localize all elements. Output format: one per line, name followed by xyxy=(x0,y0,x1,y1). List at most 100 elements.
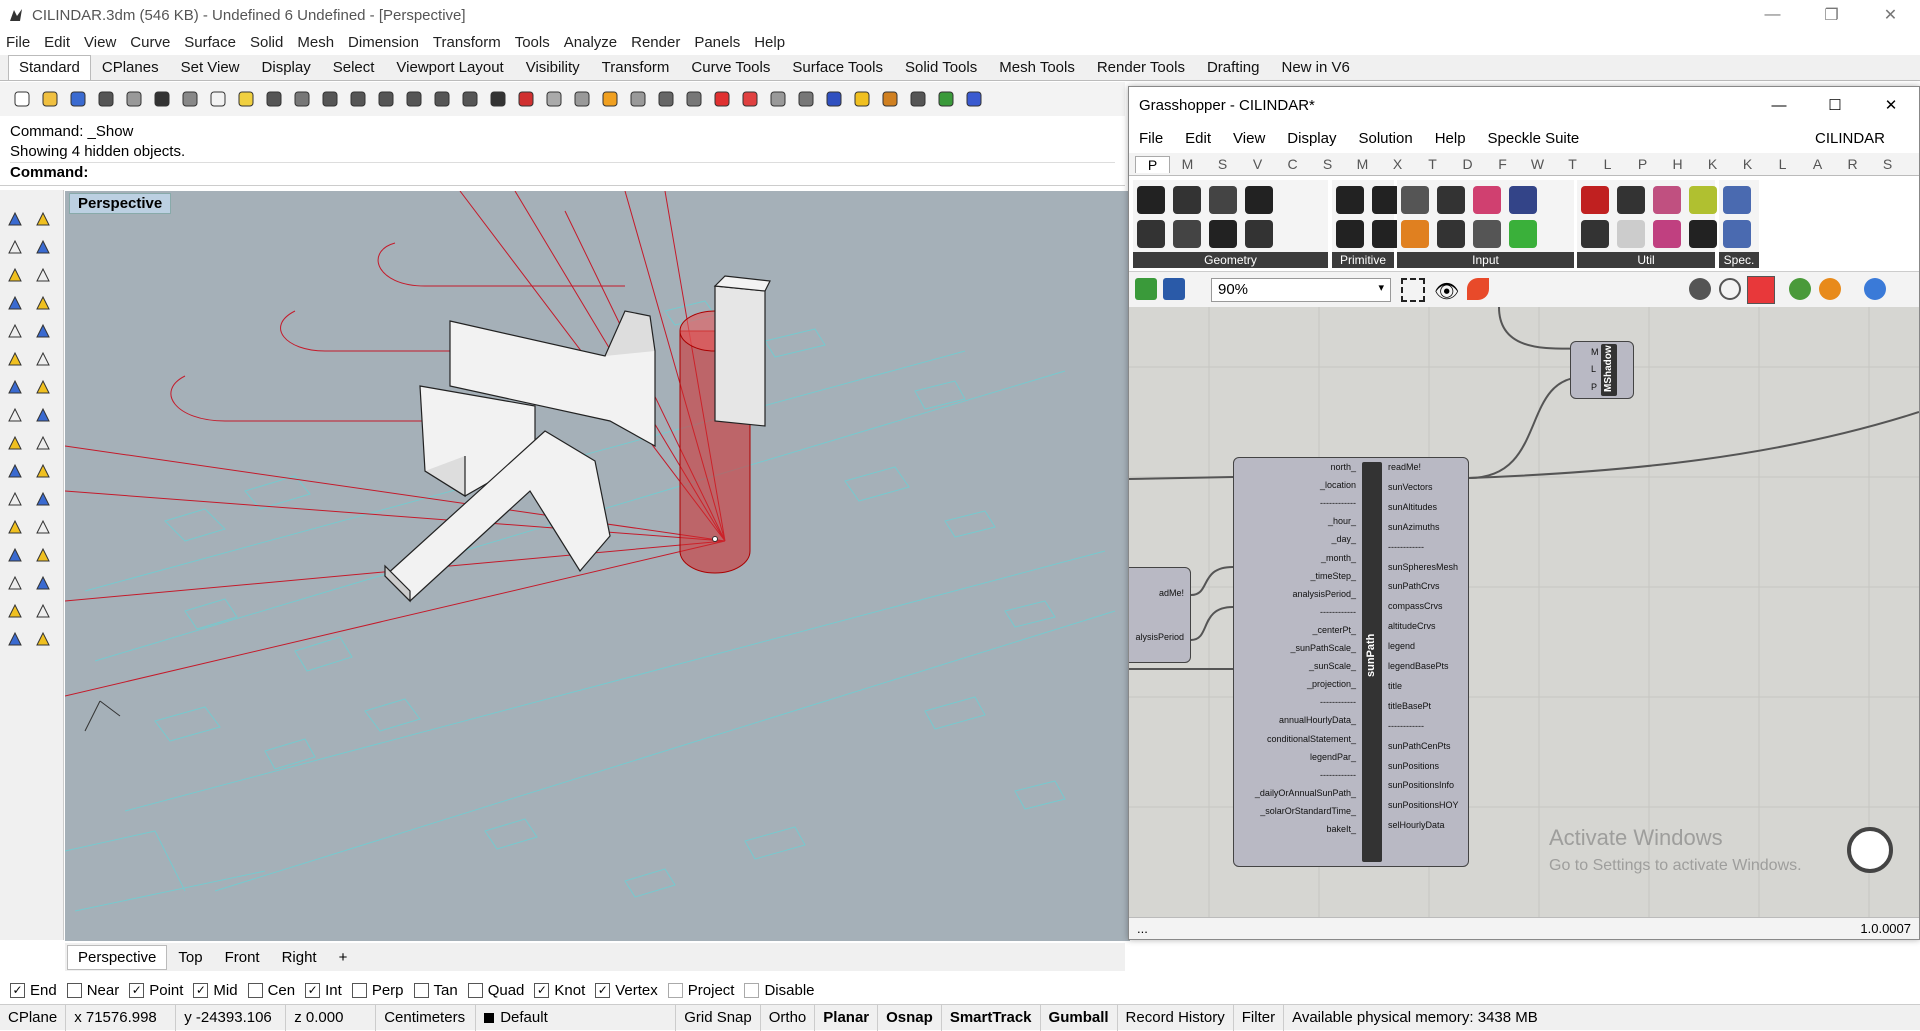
surface-icon[interactable] xyxy=(4,348,26,370)
join-icon[interactable] xyxy=(4,544,26,566)
status-toggle-filter[interactable]: Filter xyxy=(1234,1004,1285,1031)
settings-icon[interactable] xyxy=(906,87,930,111)
tab-transform[interactable]: Transform xyxy=(591,55,681,80)
rectangle-icon[interactable] xyxy=(4,292,26,314)
gh-category-tab[interactable]: F xyxy=(1485,156,1520,172)
menu-item-tools[interactable]: Tools xyxy=(515,34,550,51)
tab-viewport-layout[interactable]: Viewport Layout xyxy=(385,55,514,80)
sunpath-input[interactable]: ------------ xyxy=(1320,498,1356,508)
gh-category-tab[interactable]: L xyxy=(1590,156,1625,172)
menu-item-render[interactable]: Render xyxy=(631,34,680,51)
analyze-icon[interactable] xyxy=(32,600,54,622)
gh-category-tab[interactable]: S xyxy=(1310,156,1345,172)
sunpath-output[interactable]: sunPathCrvs xyxy=(1388,581,1440,591)
zoom-select[interactable]: 90% ▾ xyxy=(1211,278,1391,302)
osnap-mid[interactable]: ✓ Mid xyxy=(193,982,238,999)
preview-shade-icon[interactable] xyxy=(1689,278,1711,300)
sunpath-output[interactable]: title xyxy=(1388,681,1402,691)
preview-wire-icon[interactable] xyxy=(1719,278,1741,300)
left-component-output[interactable]: adMe! xyxy=(1159,588,1184,598)
sunpath-output[interactable]: sunVectors xyxy=(1388,482,1433,492)
gh-close-icon[interactable]: ✕ xyxy=(1863,87,1919,123)
sunpath-input[interactable]: conditionalStatement_ xyxy=(1267,734,1356,744)
zoom-extents-icon[interactable] xyxy=(1401,278,1425,302)
menu-item-mesh[interactable]: Mesh xyxy=(297,34,334,51)
point-icon[interactable] xyxy=(32,208,54,230)
zoom-extents-icon[interactable] xyxy=(374,87,398,111)
split-icon[interactable] xyxy=(4,572,26,594)
sunpath-input[interactable]: bakeIt_ xyxy=(1326,824,1356,834)
mshadow-input[interactable]: M xyxy=(1591,347,1599,357)
component-icon[interactable] xyxy=(1473,220,1501,248)
status-toggle-planar[interactable]: Planar xyxy=(815,1004,879,1031)
globe-icon[interactable] xyxy=(934,87,958,111)
component-icon[interactable] xyxy=(1173,220,1201,248)
checkbox-icon[interactable] xyxy=(467,982,483,998)
status-toggle-gumball[interactable]: Gumball xyxy=(1041,1004,1118,1031)
checkbox-icon[interactable]: ✓ xyxy=(193,982,209,998)
component-icon[interactable] xyxy=(1509,186,1537,214)
osnap-project[interactable]: Project xyxy=(667,982,734,999)
sunpath-input[interactable]: annualHourlyData_ xyxy=(1279,715,1356,725)
component-icon[interactable] xyxy=(1401,220,1429,248)
gh-category-tab[interactable]: D xyxy=(1450,156,1485,172)
undo-icon[interactable] xyxy=(234,87,258,111)
osnap-near[interactable]: Near xyxy=(66,982,119,999)
rotate-view-icon[interactable] xyxy=(458,87,482,111)
component-icon[interactable] xyxy=(1336,186,1364,214)
component-icon[interactable] xyxy=(1723,220,1751,248)
cut-icon[interactable] xyxy=(150,87,174,111)
component-icon[interactable] xyxy=(1336,220,1364,248)
checkbox-icon[interactable] xyxy=(413,982,429,998)
checkbox-icon[interactable] xyxy=(247,982,263,998)
mesh-edit-icon[interactable] xyxy=(32,432,54,454)
print-icon[interactable] xyxy=(94,87,118,111)
mshadow-component[interactable]: M L P MShadow xyxy=(1570,341,1634,399)
gh-menu-edit[interactable]: Edit xyxy=(1185,130,1211,147)
left-component-output[interactable]: alysisPeriod xyxy=(1135,632,1184,642)
gh-category-tab[interactable]: L xyxy=(1765,156,1800,172)
component-icon[interactable] xyxy=(1245,220,1273,248)
move-icon[interactable] xyxy=(4,460,26,482)
sweep-icon[interactable] xyxy=(32,404,54,426)
gh-category-tab[interactable]: S xyxy=(1205,156,1240,172)
preview-eye-icon[interactable]: 👁 xyxy=(1434,279,1459,304)
close-icon[interactable]: ✕ xyxy=(1861,0,1920,30)
sunpath-output[interactable]: sunSpheresMesh xyxy=(1388,562,1458,572)
sunpath-input[interactable]: _centerPt_ xyxy=(1312,625,1356,635)
component-icon[interactable] xyxy=(1689,186,1717,214)
solver-icon[interactable] xyxy=(1864,278,1886,300)
group-icon[interactable] xyxy=(32,628,54,650)
gh-minimize-icon[interactable]: — xyxy=(1751,87,1807,123)
checkbox-icon[interactable]: ✓ xyxy=(595,982,611,998)
checkbox-icon[interactable] xyxy=(744,982,760,998)
gh-canvas[interactable]: adMe! alysisPeriod M L P MShadow sunPath… xyxy=(1129,307,1919,919)
polygon-icon[interactable] xyxy=(32,292,54,314)
left-component[interactable]: adMe! alysisPeriod xyxy=(1129,567,1191,663)
component-icon[interactable] xyxy=(1401,186,1429,214)
ellipse-icon[interactable] xyxy=(4,320,26,342)
checkbox-icon[interactable]: ✓ xyxy=(534,982,550,998)
component-icon[interactable] xyxy=(1245,186,1273,214)
sunpath-component[interactable]: sunPath north_ _location ------------ _hour… xyxy=(1233,457,1469,867)
component-icon[interactable] xyxy=(1723,186,1751,214)
menu-item-analyze[interactable]: Analyze xyxy=(564,34,617,51)
menu-item-view[interactable]: View xyxy=(84,34,116,51)
material-sphere-icon[interactable] xyxy=(794,87,818,111)
gh-menu-file[interactable]: File xyxy=(1139,130,1163,147)
sunpath-output[interactable]: legend xyxy=(1388,641,1415,651)
component-icon[interactable] xyxy=(1137,220,1165,248)
sunpath-input[interactable]: analysisPeriod_ xyxy=(1292,589,1356,599)
component-icon[interactable] xyxy=(1173,186,1201,214)
viewport-tab-right[interactable]: Right xyxy=(271,945,328,970)
box-icon[interactable] xyxy=(4,376,26,398)
tab-display[interactable]: Display xyxy=(251,55,322,80)
gh-category-tab[interactable]: K xyxy=(1695,156,1730,172)
boolean-icon[interactable] xyxy=(32,572,54,594)
component-icon[interactable] xyxy=(1209,186,1237,214)
sunpath-input[interactable]: _month_ xyxy=(1321,553,1356,563)
tab-cplanes[interactable]: CPlanes xyxy=(91,55,170,80)
sketch-icon[interactable] xyxy=(1467,278,1489,300)
gh-menu-display[interactable]: Display xyxy=(1287,130,1336,147)
component-icon[interactable] xyxy=(1581,220,1609,248)
